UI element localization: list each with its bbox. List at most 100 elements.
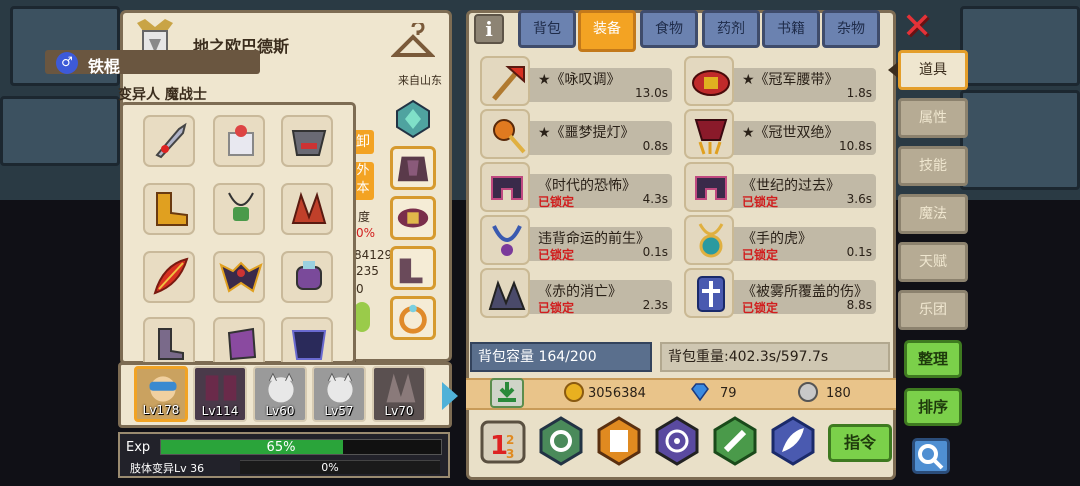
warp-button[interactable] <box>652 416 702 466</box>
mist-shield-icon <box>697 276 725 312</box>
category-item[interactable]: 魔法 <box>898 194 968 234</box>
svg-text:2: 2 <box>506 433 514 447</box>
gem-slot[interactable] <box>390 96 436 140</box>
item-icon-frame <box>684 56 734 106</box>
inventory-item[interactable]: ★《咏叹调》 13.0s <box>480 56 672 108</box>
member-level: Lv57 <box>324 404 354 418</box>
belt-icon <box>397 208 429 228</box>
category-item[interactable]: 天赋 <box>898 242 968 282</box>
item-lock-status: 已锁定 <box>538 195 575 209</box>
bat-cape-icon <box>219 261 263 293</box>
equip-slot-ring[interactable] <box>390 296 436 340</box>
equip-slot-boots[interactable] <box>390 246 436 290</box>
search-icon[interactable] <box>912 438 950 474</box>
inventory-item[interactable]: 《时代的恐怖》 已锁定 4.3s <box>480 162 672 214</box>
ring-icon <box>399 304 427 334</box>
inventory-item[interactable]: 违背命运的前生》 已锁定 0.1s <box>480 215 672 267</box>
tab-item[interactable]: 装备 <box>578 10 636 52</box>
stat-peek: 84129 <box>354 248 393 262</box>
crimson-boots-icon <box>488 279 526 310</box>
party-member[interactable]: Lv57 <box>312 366 366 422</box>
flame-feather-icon <box>153 257 189 295</box>
equip-item-cape[interactable] <box>213 251 265 303</box>
equip-item-dagger[interactable] <box>143 115 195 167</box>
tab-item[interactable]: 药剂 <box>702 10 760 48</box>
skill-bar: 0% <box>240 460 440 474</box>
item-icon-frame <box>480 215 530 265</box>
equip-slot-armor[interactable] <box>390 146 436 190</box>
item-weight: 8.8s <box>846 298 872 312</box>
item-name: ★《冠世双绝》 <box>742 125 839 141</box>
info-icon[interactable]: i <box>474 14 504 44</box>
inventory-item[interactable]: 《手的虎》 已锁定 0.1s <box>684 215 876 267</box>
priority-button[interactable]: 123 <box>478 416 528 466</box>
tab-item[interactable]: 背包 <box>518 10 576 48</box>
inventory-item[interactable]: 《被雾所覆盖的伤》 已锁定 8.8s <box>684 268 876 320</box>
category-pointer <box>888 62 898 78</box>
equip-item-claws[interactable] <box>281 183 333 235</box>
gold-amount: 3056384 <box>588 386 646 401</box>
category-item[interactable]: 属性 <box>898 98 968 138</box>
equip-item-amulet[interactable] <box>213 183 265 235</box>
inventory-item[interactable]: ★《冠军腰带》 1.8s <box>684 56 876 108</box>
team-gear-button[interactable] <box>536 416 586 466</box>
item-weight: 0.1s <box>846 245 872 259</box>
item-weight: 13.0s <box>635 86 668 100</box>
sort-button[interactable]: 排序 <box>904 388 962 426</box>
inventory-item[interactable]: ★《冠世双绝》 10.8s <box>684 109 876 161</box>
party-member[interactable]: Lv70 <box>372 366 426 422</box>
gold-coin-icon <box>564 382 584 402</box>
stat-peek: 度 <box>358 210 371 224</box>
party-member[interactable]: Lv60 <box>253 366 307 422</box>
equip-item-gauntlet[interactable] <box>281 115 333 167</box>
close-icon[interactable]: ✕ <box>902 9 932 45</box>
command-button[interactable]: 指令 <box>828 424 892 462</box>
cards-button[interactable] <box>594 416 644 466</box>
claw-avatar-icon <box>386 373 416 403</box>
svg-text:3: 3 <box>506 447 514 461</box>
wall-tile <box>960 90 1080 190</box>
item-lock-status: 已锁定 <box>742 248 779 262</box>
gauntlet-icon <box>291 130 327 156</box>
equip-item-glove[interactable] <box>213 115 265 167</box>
item-name: 《手的虎》 <box>742 231 812 247</box>
party-scroll-arrow[interactable] <box>442 382 458 410</box>
potion-button[interactable] <box>710 416 760 466</box>
silver-coin-icon <box>798 382 818 402</box>
inventory-item[interactable]: ★《噩梦提灯》 0.8s <box>480 109 672 161</box>
category-item[interactable]: 道具 <box>898 50 968 90</box>
weapon-name: 铁棍 <box>88 57 121 76</box>
bag-weight: 背包重量:402.3s/597.7s <box>660 342 890 372</box>
category-item[interactable]: 乐团 <box>898 290 968 330</box>
tab-item[interactable]: 书籍 <box>762 10 820 48</box>
skill-percent: 0% <box>321 461 339 474</box>
glove-icon <box>228 125 254 156</box>
item-icon-frame <box>684 162 734 212</box>
item-icon-frame <box>684 109 734 159</box>
feather-button[interactable] <box>768 416 818 466</box>
potion-icon <box>713 416 757 466</box>
party-member[interactable]: Lv114 <box>193 366 247 422</box>
party-member[interactable]: Lv178 <box>134 366 188 422</box>
cat-avatar-icon <box>268 372 294 403</box>
member-level: Lv114 <box>201 404 239 418</box>
cat-avatar-icon <box>327 372 353 403</box>
equip-item-ring[interactable] <box>281 251 333 303</box>
halberd-icon <box>492 66 525 101</box>
equip-item-feather[interactable] <box>143 251 195 303</box>
category-item[interactable]: 技能 <box>898 146 968 186</box>
equip-item-boots[interactable] <box>143 183 195 235</box>
tab-item[interactable]: 食物 <box>640 10 698 48</box>
tiger-amulet-icon <box>698 223 724 258</box>
organize-button[interactable]: 整理 <box>904 340 962 378</box>
stat-peek-icon <box>354 302 370 332</box>
century-armor-icon <box>695 176 727 200</box>
stat-peek: 0 <box>356 282 364 296</box>
inventory-item[interactable]: 《赤的消亡》 已锁定 2.3s <box>480 268 672 320</box>
equip-slot-belt[interactable] <box>390 196 436 240</box>
tab-item[interactable]: 杂物 <box>822 10 880 48</box>
hanger-icon[interactable] <box>391 23 435 63</box>
inventory-item[interactable]: 《世纪的过去》 已锁定 3.6s <box>684 162 876 214</box>
item-name: 《世纪的过去》 <box>742 178 840 194</box>
download-icon[interactable] <box>490 378 524 408</box>
